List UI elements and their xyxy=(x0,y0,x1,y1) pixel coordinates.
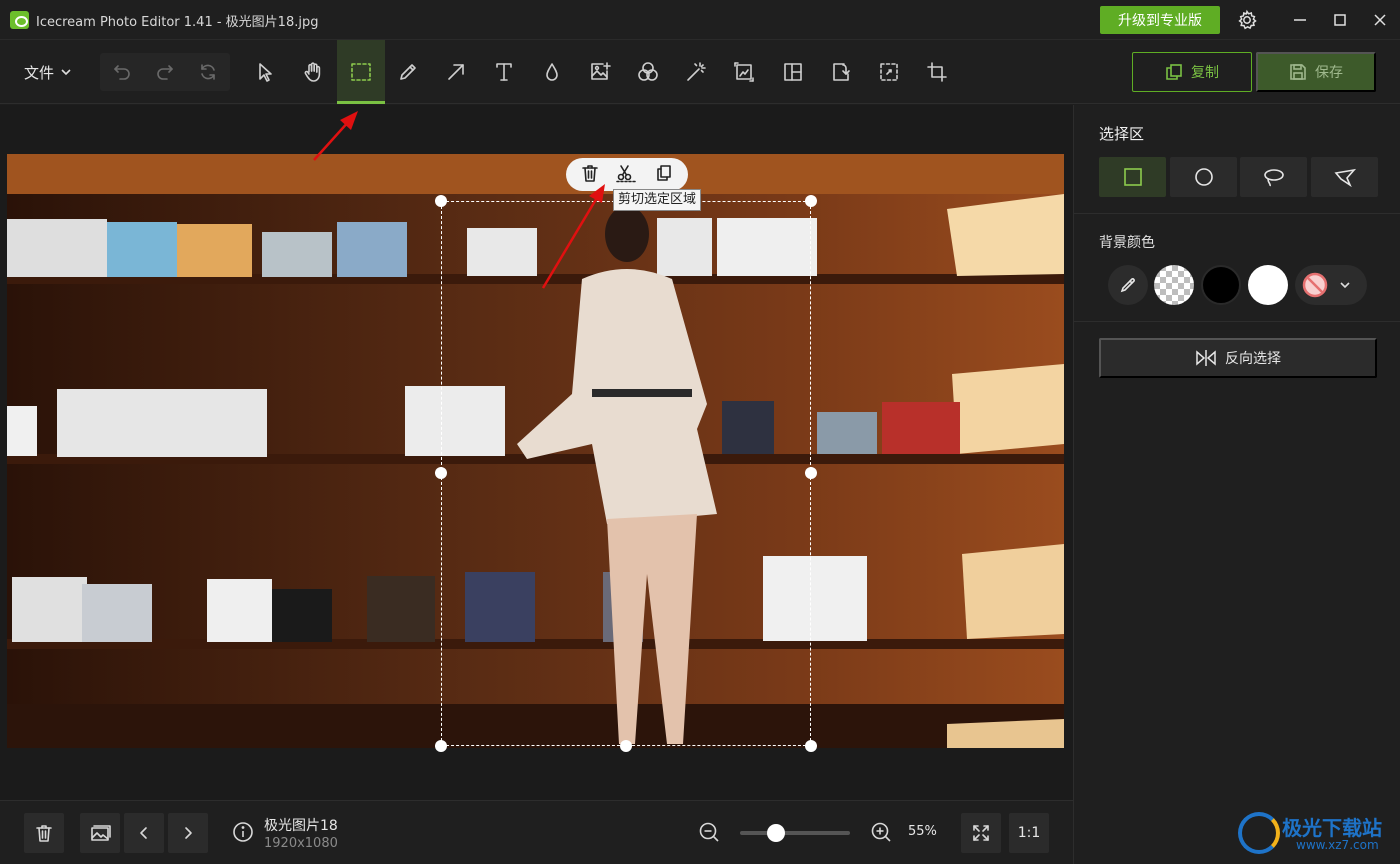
undo-icon[interactable] xyxy=(100,53,143,91)
window-title: Icecream Photo Editor 1.41 - 极光图片18.jpg xyxy=(36,15,319,30)
select-pointer-icon[interactable] xyxy=(241,40,289,104)
canvas-area[interactable]: 剪切选定区域 xyxy=(0,105,1073,800)
app-window: Icecream Photo Editor 1.41 - 极光图片18.jpg … xyxy=(0,0,1400,864)
camera-app-icon xyxy=(10,11,29,29)
arrow-tool-icon[interactable] xyxy=(432,40,480,104)
cut-tooltip: 剪切选定区域 xyxy=(613,189,702,211)
save-button[interactable]: 保存 xyxy=(1256,52,1376,92)
main-toolbar: 文件 复制 保存 xyxy=(0,40,1400,104)
polygon-lasso-icon xyxy=(1333,168,1356,187)
previous-image-button[interactable] xyxy=(124,813,164,853)
add-image-icon[interactable] xyxy=(576,40,624,104)
blur-drop-icon[interactable] xyxy=(528,40,576,104)
title-bar: Icecream Photo Editor 1.41 - 极光图片18.jpg … xyxy=(0,0,1400,40)
color-adjust-icon[interactable] xyxy=(624,40,672,104)
watermark-logo: 极光下载站 www.xz7.com xyxy=(1238,808,1398,860)
invert-label: 反向选择 xyxy=(1225,350,1281,366)
fit-screen-icon xyxy=(973,825,989,841)
collage-icon[interactable] xyxy=(769,40,817,104)
background-color-label: 背景颜色 xyxy=(1099,235,1155,251)
watermark-text: 极光下载站 xyxy=(1282,816,1382,840)
crop-selection-icon[interactable] xyxy=(865,40,913,104)
transparent-bg-button[interactable] xyxy=(1154,265,1194,305)
watermark-url: www.xz7.com xyxy=(1296,838,1379,852)
save-icon xyxy=(1290,64,1306,80)
delete-image-button[interactable] xyxy=(24,813,64,853)
cut-icon[interactable] xyxy=(615,163,639,187)
next-image-button[interactable] xyxy=(168,813,208,853)
no-color-icon xyxy=(1302,272,1328,298)
panel-divider xyxy=(1074,213,1400,214)
zoom-slider-thumb[interactable] xyxy=(766,824,785,842)
no-bg-dropdown[interactable] xyxy=(1295,265,1367,305)
redo-icon[interactable] xyxy=(143,53,186,91)
shape-rectangle-button[interactable] xyxy=(1099,157,1166,197)
ellipse-icon xyxy=(1194,168,1213,186)
right-panel: 选择区 背景颜色 反向选择 xyxy=(1073,105,1400,864)
file-menu-label: 文件 xyxy=(24,63,55,82)
crop-icon[interactable] xyxy=(913,40,961,104)
close-icon[interactable] xyxy=(1357,0,1400,40)
copy-selection-icon[interactable] xyxy=(654,163,674,187)
history-group xyxy=(100,53,230,91)
selection-action-bar xyxy=(566,158,688,191)
file-dimensions: 1920x1080 xyxy=(264,836,338,851)
shape-polygon-button[interactable] xyxy=(1311,157,1378,197)
selection-handle-bottom[interactable] xyxy=(620,740,632,752)
text-tool-icon[interactable] xyxy=(480,40,528,104)
white-bg-button[interactable] xyxy=(1248,265,1288,305)
fit-screen-button[interactable] xyxy=(961,813,1001,853)
reset-icon[interactable] xyxy=(186,53,229,91)
zoom-slider[interactable] xyxy=(740,824,850,842)
upgrade-button[interactable]: 升级到专业版 xyxy=(1100,6,1220,34)
selection-handle-bottom-right[interactable] xyxy=(805,740,817,752)
lasso-icon xyxy=(1263,169,1284,187)
actual-size-button[interactable]: 1:1 xyxy=(1009,813,1049,853)
shape-ellipse-button[interactable] xyxy=(1170,157,1237,197)
selection-handle-right[interactable] xyxy=(805,467,817,479)
bottom-bar: 极光图片18 1920x1080 55% 1:1 xyxy=(0,800,1073,864)
eyedropper-button[interactable] xyxy=(1108,265,1148,305)
watermark-icon xyxy=(1238,812,1280,854)
selection-handle-left[interactable] xyxy=(435,467,447,479)
trash-icon xyxy=(36,825,52,842)
selection-title: 选择区 xyxy=(1099,125,1145,143)
rotate-image-icon[interactable] xyxy=(817,40,865,104)
chevron-right-icon xyxy=(185,827,192,839)
selection-handle-top-left[interactable] xyxy=(435,195,447,207)
copy-button[interactable]: 复制 xyxy=(1132,52,1252,92)
selection-handle-bottom-left[interactable] xyxy=(435,740,447,752)
settings-gear-icon[interactable] xyxy=(1224,0,1270,40)
gallery-button[interactable] xyxy=(80,813,120,853)
pan-hand-icon[interactable] xyxy=(289,40,337,104)
panel-divider xyxy=(1074,321,1400,322)
selection-handle-top-right[interactable] xyxy=(805,195,817,207)
selection-rectangle[interactable] xyxy=(441,201,811,746)
zoom-percent: 55% xyxy=(908,824,937,839)
resize-icon[interactable] xyxy=(720,40,768,104)
pencil-icon[interactable] xyxy=(384,40,432,104)
copy-icon xyxy=(1166,64,1182,80)
rectangle-icon xyxy=(1123,168,1142,186)
zoom-out-icon[interactable] xyxy=(698,821,720,847)
file-menu[interactable]: 文件 xyxy=(14,54,82,90)
chevron-down-icon xyxy=(61,69,71,76)
black-bg-button[interactable] xyxy=(1201,265,1241,305)
chevron-down-icon xyxy=(1340,282,1350,289)
info-icon[interactable] xyxy=(232,821,254,847)
invert-icon xyxy=(1196,350,1216,366)
gallery-icon xyxy=(91,825,111,841)
magic-wand-icon[interactable] xyxy=(672,40,720,104)
rect-select-icon[interactable] xyxy=(337,40,385,104)
chevron-left-icon xyxy=(140,827,147,839)
zoom-in-icon[interactable] xyxy=(870,821,892,847)
copy-label: 复制 xyxy=(1191,64,1219,80)
shape-lasso-button[interactable] xyxy=(1240,157,1307,197)
invert-selection-button[interactable]: 反向选择 xyxy=(1099,338,1377,378)
delete-icon[interactable] xyxy=(580,163,600,187)
save-label: 保存 xyxy=(1315,64,1343,80)
file-name: 极光图片18 xyxy=(264,818,338,834)
eyedropper-icon xyxy=(1120,278,1135,293)
